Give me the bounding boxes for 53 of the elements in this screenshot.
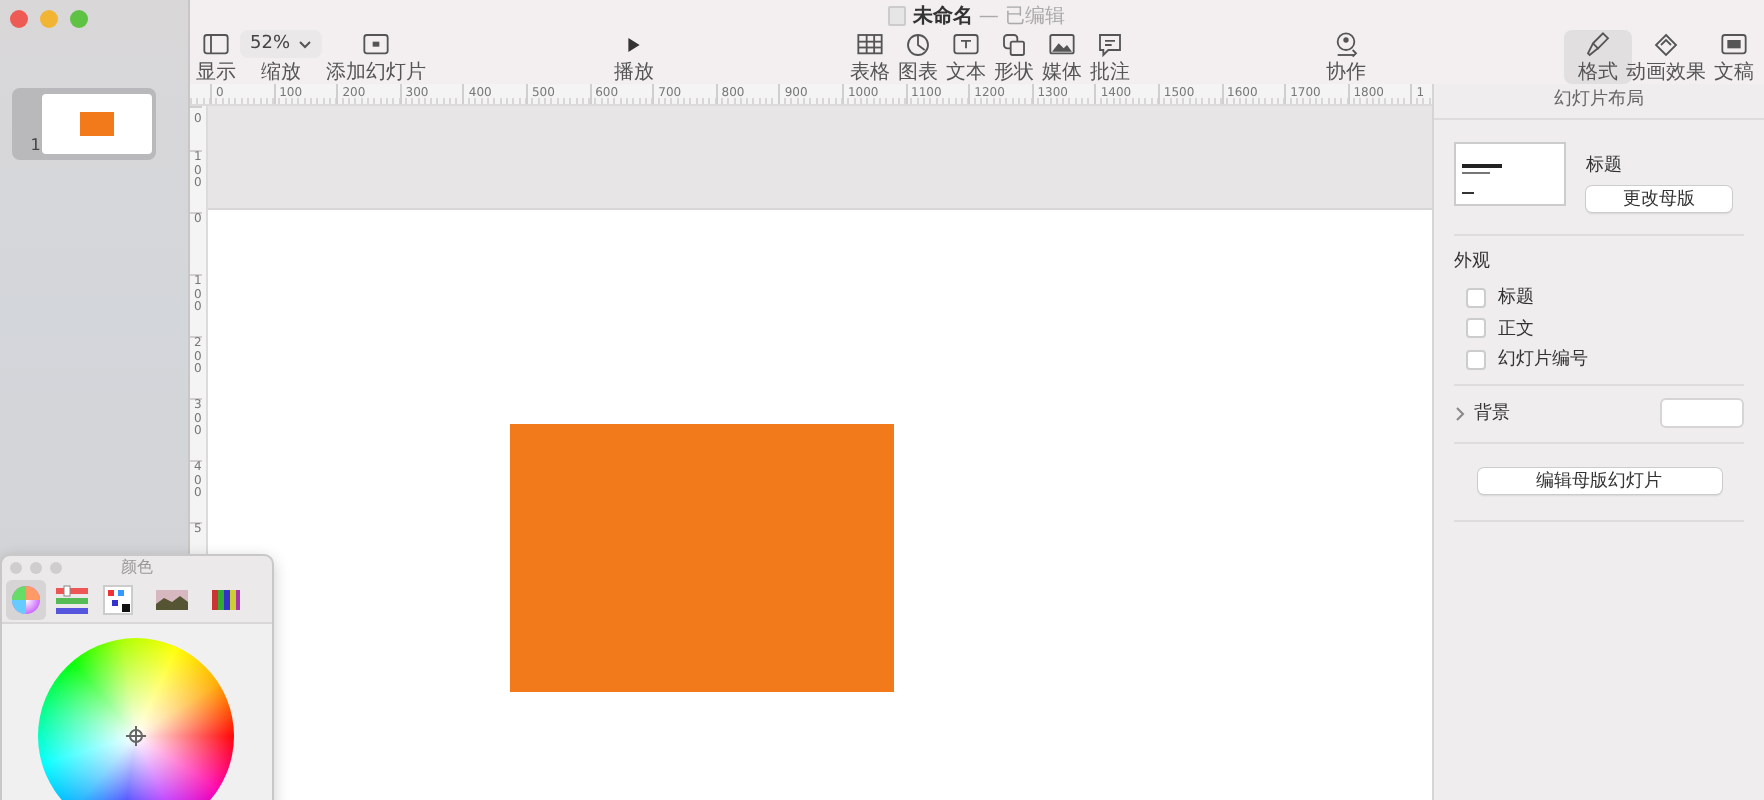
toolbar-button[interactable]: 文本 [944, 30, 989, 84]
sliders-icon [54, 582, 90, 618]
play-icon [626, 38, 643, 52]
slide-thumbnail-row[interactable]: 1 [12, 88, 156, 160]
color-wheel-icon [8, 582, 44, 618]
toolbar-button[interactable]: 协作 [1324, 30, 1369, 84]
toolbar-button[interactable]: 播放 [612, 30, 657, 84]
toolbar-button[interactable]: 图表 [896, 30, 941, 84]
checkbox-label: 正文 [1498, 317, 1534, 342]
image-icon [1044, 30, 1081, 60]
palette-icon [100, 582, 136, 618]
section-title: 外观 [1454, 249, 1492, 276]
add-slide-icon [358, 30, 395, 60]
checkbox-label: 幻灯片编号 [1498, 347, 1588, 373]
zoom-dropdown[interactable]: 52% [240, 30, 323, 58]
checkbox[interactable] [1466, 318, 1486, 339]
toolbar-button[interactable]: 表格 [848, 30, 893, 84]
color-mode-tab[interactable] [52, 580, 92, 620]
zoom-label: 缩放 [261, 62, 301, 84]
edited-status: — 已编辑 [978, 3, 1066, 30]
text-box-icon [948, 30, 985, 60]
rectangle-thumbnail [80, 112, 115, 136]
checkbox[interactable] [1466, 349, 1486, 370]
chevron-icon [298, 39, 313, 49]
layout-thumbnail[interactable] [1454, 142, 1566, 206]
close-button[interactable] [10, 10, 28, 28]
disclosure-icon[interactable] [1454, 405, 1466, 421]
toolbar-button[interactable]: 批注 [1088, 30, 1133, 84]
crosshair-icon[interactable] [125, 726, 145, 746]
toolbar-button[interactable]: 媒体 [1040, 30, 1085, 84]
color-well[interactable] [1660, 398, 1744, 428]
checkbox[interactable] [1466, 287, 1486, 308]
table-icon [852, 30, 889, 60]
section-title: 背景 [1474, 401, 1512, 426]
panel-title: 颜色 [119, 556, 155, 578]
sidebar-icon [198, 30, 234, 60]
toolbar-button[interactable]: 添加幻灯片 [324, 30, 429, 84]
panel-title: 幻灯片布局 [1434, 84, 1764, 120]
window-title: 未命名 [912, 3, 973, 30]
slide-number: 1 [28, 136, 43, 154]
document-icon [1716, 30, 1753, 60]
layout-name: 标题 [1586, 153, 1624, 178]
checkbox-label: 标题 [1498, 285, 1534, 311]
slide-thumbnail[interactable] [42, 94, 152, 154]
edit-master-button[interactable]: 编辑母版幻灯片 [1477, 468, 1721, 494]
minimize-button[interactable] [40, 10, 58, 28]
color-mode-tab[interactable] [98, 580, 138, 620]
color-mode-tab[interactable] [6, 580, 46, 620]
toolbar-button[interactable]: 显示 [194, 30, 238, 84]
change-master-button[interactable]: 更改母版 [1586, 186, 1732, 212]
document-icon [888, 6, 907, 26]
toolbar-button[interactable]: 形状 [992, 30, 1037, 84]
zoom-button[interactable] [70, 10, 88, 28]
